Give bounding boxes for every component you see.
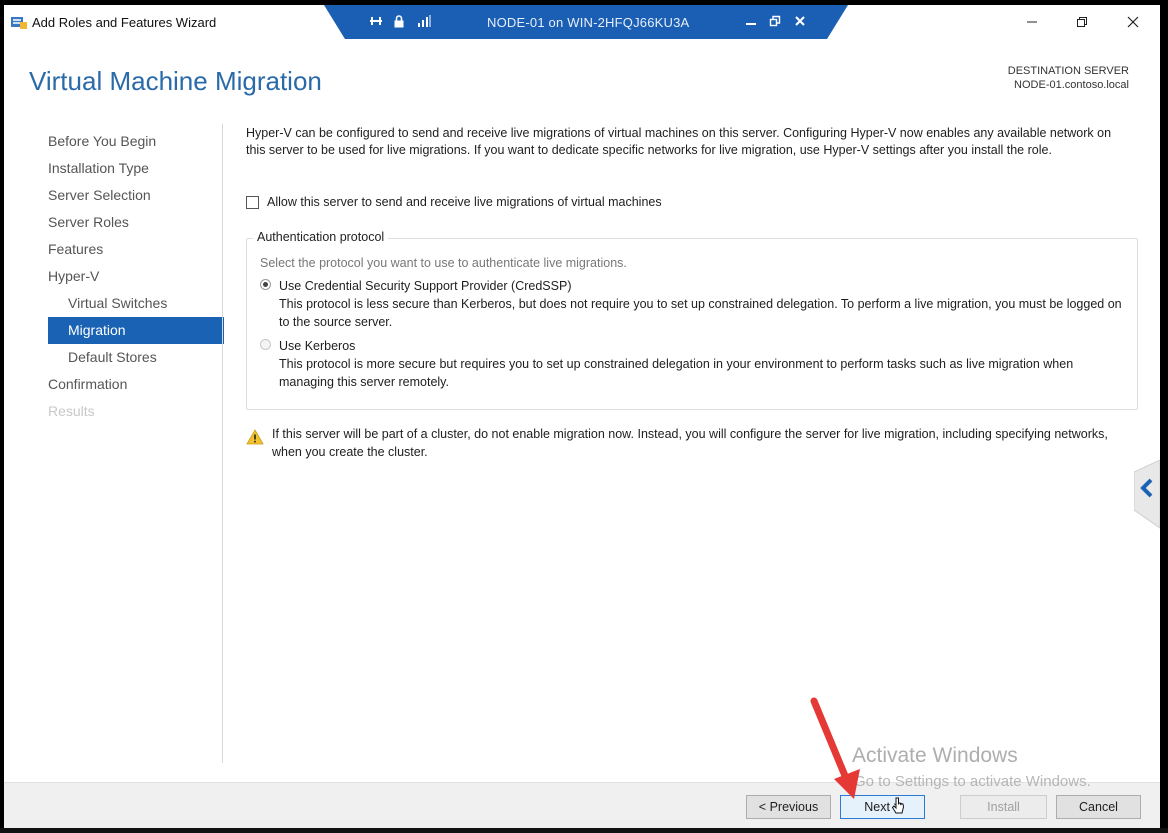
- rdp-close-button[interactable]: [791, 13, 809, 29]
- signal-bars-glyph: [418, 15, 431, 27]
- minimize-icon: [1027, 21, 1037, 23]
- nav-item-hyper-v[interactable]: Hyper-V: [48, 263, 224, 290]
- authentication-protocol-legend: Authentication protocol: [253, 230, 389, 244]
- nav-item-installation-type[interactable]: Installation Type: [48, 155, 224, 182]
- nav-item-before-you-begin[interactable]: Before You Begin: [48, 128, 224, 155]
- cluster-warning: If this server will be part of a cluster…: [246, 425, 1136, 461]
- page-title: Virtual Machine Migration: [29, 66, 322, 96]
- credssp-description: This protocol is less secure than Kerber…: [279, 297, 1122, 329]
- side-panel-expander[interactable]: [1134, 460, 1160, 540]
- window-title: Add Roles and Features Wizard: [32, 15, 217, 30]
- content-pane: Hyper-V can be configured to send and re…: [246, 125, 1138, 459]
- credssp-option[interactable]: Use Credential Security Support Provider…: [260, 277, 1129, 331]
- wizard-window: Add Roles and Features Wizard NODE-01 on…: [4, 5, 1160, 828]
- destination-server-label: DESTINATION SERVER: [1007, 65, 1129, 77]
- server-manager-icon: [11, 17, 27, 29]
- lock-icon[interactable]: [390, 13, 408, 29]
- authentication-prompt: Select the protocol you want to use to a…: [260, 256, 627, 270]
- nav-item-migration[interactable]: Migration: [48, 317, 224, 344]
- activation-watermark-title: Activate Windows: [852, 744, 1018, 767]
- next-button[interactable]: Next >: [840, 795, 925, 819]
- allow-migration-label[interactable]: Allow this server to send and receive li…: [267, 195, 662, 209]
- close-icon: [1127, 16, 1139, 28]
- install-button: Install: [960, 795, 1047, 819]
- close-icon: [795, 16, 805, 26]
- kerberos-option[interactable]: Use Kerberos This protocol is more secur…: [260, 337, 1129, 391]
- rdp-connection-bar: NODE-01 on WIN-2HFQJ66KU3A: [324, 5, 848, 39]
- close-button[interactable]: [1115, 10, 1151, 34]
- allow-migration-option[interactable]: Allow this server to send and receive li…: [246, 195, 662, 209]
- nav-item-server-roles[interactable]: Server Roles: [48, 209, 224, 236]
- pin-glyph: [370, 17, 382, 25]
- kerberos-description: This protocol is more secure but require…: [279, 357, 1074, 389]
- nav-item-server-selection[interactable]: Server Selection: [48, 182, 224, 209]
- minimize-button[interactable]: [1014, 10, 1050, 34]
- warning-icon: [246, 429, 264, 445]
- credssp-radio[interactable]: [260, 279, 271, 290]
- cancel-button[interactable]: Cancel: [1056, 795, 1141, 819]
- nav-item-results: Results: [48, 403, 95, 419]
- nav-item-default-stores[interactable]: Default Stores: [48, 344, 224, 371]
- connection-quality-icon[interactable]: [415, 13, 433, 29]
- kerberos-title[interactable]: Use Kerberos: [279, 337, 1129, 355]
- authentication-protocol-group: Authentication protocol Select the proto…: [246, 230, 1138, 410]
- screen-bottom-edge: [0, 828, 1168, 833]
- lock-glyph: [394, 14, 404, 27]
- nav-item-confirmation[interactable]: Confirmation: [48, 371, 224, 398]
- activation-watermark-subtitle: Go to Settings to activate Windows.: [854, 773, 1091, 790]
- credssp-title[interactable]: Use Credential Security Support Provider…: [279, 277, 1129, 295]
- intro-text: Hyper-V can be configured to send and re…: [246, 126, 1112, 157]
- kerberos-radio[interactable]: [260, 339, 271, 350]
- nav-item-features[interactable]: Features: [48, 236, 224, 263]
- restore-icon: [769, 15, 781, 27]
- minimize-icon: [746, 23, 756, 25]
- restore-icon: [1077, 17, 1087, 27]
- rdp-minimize-button[interactable]: [742, 13, 760, 29]
- warning-text: If this server will be part of a cluster…: [272, 427, 1108, 459]
- pin-icon[interactable]: [367, 13, 385, 29]
- destination-server-value: NODE-01.contoso.local: [1014, 79, 1129, 91]
- wizard-navigation: Before You Begin Installation Type Serve…: [48, 128, 224, 425]
- nav-item-virtual-switches[interactable]: Virtual Switches: [48, 290, 224, 317]
- allow-migration-checkbox[interactable]: [246, 195, 259, 209]
- rdp-session-title: NODE-01 on WIN-2HFQJ66KU3A: [487, 15, 690, 30]
- previous-button[interactable]: < Previous: [746, 795, 831, 819]
- rdp-restore-button[interactable]: [766, 13, 784, 29]
- nav-divider: [222, 124, 223, 763]
- restore-button[interactable]: [1064, 10, 1100, 34]
